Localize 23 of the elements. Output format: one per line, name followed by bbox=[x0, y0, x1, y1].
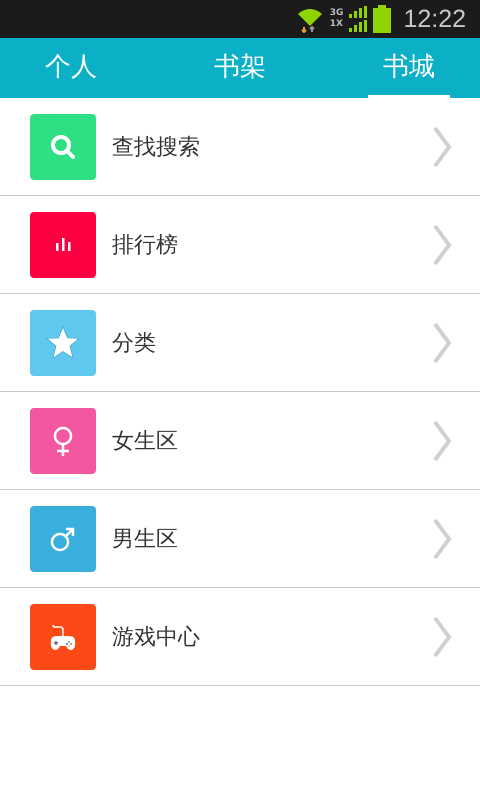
menu-label: 排行榜 bbox=[112, 232, 179, 260]
chevron-icon bbox=[432, 418, 452, 462]
network-label: 1X bbox=[330, 19, 344, 30]
menu-item[interactable]: 男生区 bbox=[0, 490, 480, 588]
battery-icon bbox=[373, 5, 392, 33]
menu-item[interactable]: 查找搜索 bbox=[0, 98, 480, 196]
menu-label: 男生区 bbox=[112, 526, 179, 554]
clock: 12:22 bbox=[403, 4, 466, 34]
chevron-icon bbox=[432, 320, 452, 364]
menu-item[interactable]: 分类 bbox=[0, 294, 480, 392]
menu-label: 女生区 bbox=[112, 428, 179, 456]
menu-label: 游戏中心 bbox=[112, 624, 201, 652]
menu-label: 查找搜索 bbox=[112, 134, 201, 162]
menu-item[interactable]: 游戏中心 bbox=[0, 588, 480, 686]
menu-item[interactable]: 女生区 bbox=[0, 392, 480, 490]
chevron-icon bbox=[432, 516, 452, 560]
menu-item[interactable]: 排行榜 bbox=[0, 196, 480, 294]
menu-label: 分类 bbox=[112, 330, 157, 358]
network-label: 3G bbox=[330, 8, 344, 19]
signal-icon bbox=[349, 6, 368, 32]
chevron-icon bbox=[432, 222, 452, 266]
chevron-icon bbox=[432, 124, 452, 168]
chevron-icon bbox=[432, 614, 452, 658]
